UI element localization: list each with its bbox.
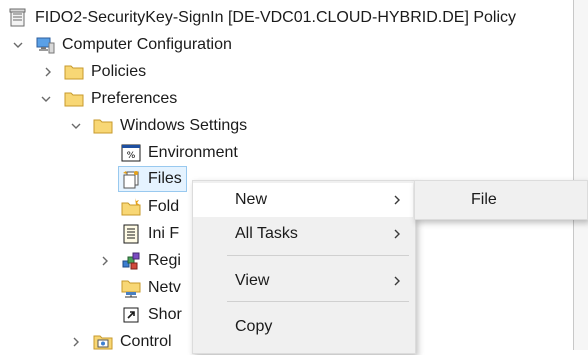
svg-text:%: % <box>127 151 136 161</box>
tree-node-label: Files <box>148 170 182 187</box>
tree-node-files[interactable]: Files <box>118 166 187 192</box>
tree-node-policies[interactable]: Policies <box>64 59 148 85</box>
tree-node-label: Policies <box>91 63 147 80</box>
menu-item-label: New <box>235 191 268 208</box>
tree-node-registry[interactable]: Regi <box>121 248 183 274</box>
tree-node-label: Windows Settings <box>120 117 248 134</box>
vertical-scrollbar[interactable] <box>573 0 588 350</box>
menu-separator <box>227 301 409 302</box>
tree-node-windows-settings[interactable]: Windows Settings <box>93 113 249 139</box>
expand-chevron-icon[interactable] <box>42 66 54 78</box>
menu-item-all-tasks[interactable]: All Tasks <box>193 217 413 251</box>
tree-node-label: Environment <box>148 144 238 161</box>
tree-node-label: FIDO2-SecurityKey-SignIn [DE-VDC01.CLOUD… <box>35 9 517 26</box>
submenu-item-file[interactable]: File <box>415 183 585 217</box>
tree-node-root[interactable]: FIDO2-SecurityKey-SignIn [DE-VDC01.CLOUD… <box>8 5 518 31</box>
folders-icon <box>121 197 141 217</box>
policy-scroll-icon <box>8 8 28 28</box>
registry-icon <box>121 251 141 271</box>
tree-node-label: Regi <box>148 252 181 269</box>
ini-file-icon <box>121 224 141 244</box>
shortcut-icon <box>121 305 141 325</box>
submenu-arrow-icon <box>394 229 400 239</box>
environment-icon: % <box>121 143 141 163</box>
submenu-arrow-icon <box>394 276 400 286</box>
folder-icon <box>64 62 84 82</box>
tree-node-ini-files[interactable]: Ini F <box>121 221 181 247</box>
tree-node-folders[interactable]: Fold <box>121 194 181 220</box>
expand-chevron-icon[interactable] <box>70 336 82 348</box>
tree-node-label: Computer Configuration <box>62 36 232 53</box>
menu-item-copy[interactable]: Copy <box>193 310 413 344</box>
network-shares-icon <box>121 278 141 298</box>
tree-node-environment[interactable]: % Environment <box>121 140 240 166</box>
new-submenu: File <box>414 180 588 220</box>
folder-icon <box>64 89 84 109</box>
menu-item-new[interactable]: New <box>193 183 413 217</box>
menu-item-label: File <box>471 191 497 208</box>
tree-node-network-shares[interactable]: Netv <box>121 275 183 301</box>
computer-icon <box>35 35 55 55</box>
expand-chevron-icon[interactable] <box>99 255 111 267</box>
tree-node-control-panel[interactable]: Control <box>93 329 174 355</box>
tree-node-computer-configuration[interactable]: Computer Configuration <box>35 32 234 58</box>
context-menu: New All Tasks View Copy <box>192 180 416 354</box>
tree-node-label: Netv <box>148 279 181 296</box>
menu-item-label: View <box>235 272 270 289</box>
menu-separator <box>227 255 409 256</box>
folder-icon <box>93 116 113 136</box>
collapse-chevron-icon[interactable] <box>12 39 24 51</box>
menu-item-label: All Tasks <box>235 225 298 242</box>
control-panel-icon <box>93 332 113 352</box>
tree-node-label: Ini F <box>148 225 180 242</box>
tree-node-shortcuts[interactable]: Shor <box>121 302 184 328</box>
files-icon <box>121 169 141 189</box>
menu-item-view[interactable]: View <box>193 264 413 298</box>
tree-node-label: Preferences <box>91 90 178 107</box>
tree-node-label: Shor <box>148 306 182 323</box>
collapse-chevron-icon[interactable] <box>70 120 82 132</box>
tree-node-preferences[interactable]: Preferences <box>64 86 179 112</box>
tree-node-label: Fold <box>148 198 180 215</box>
menu-item-label: Copy <box>235 318 273 335</box>
collapse-chevron-icon[interactable] <box>40 93 52 105</box>
submenu-arrow-icon <box>394 195 400 205</box>
